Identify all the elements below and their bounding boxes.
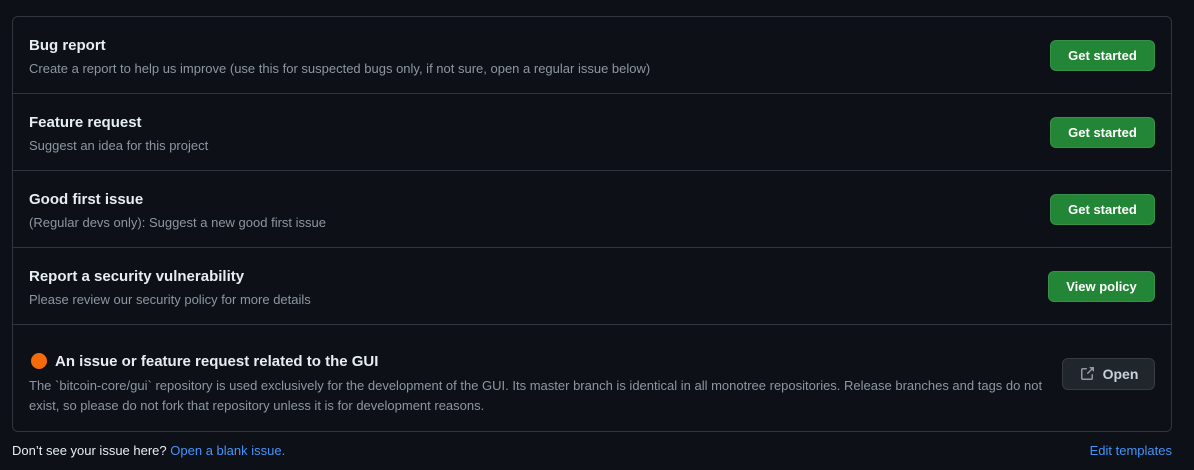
- open-blank-issue-link[interactable]: Open a blank issue.: [170, 443, 285, 458]
- footer-edit: Edit templates: [1090, 443, 1172, 458]
- template-row-security-vulnerability: Report a security vulnerability Please r…: [13, 248, 1171, 325]
- template-description: The `bitcoin-core/gui` repository is use…: [29, 378, 1043, 413]
- template-description: Create a report to help us improve (use …: [29, 61, 651, 76]
- template-title: Good first issue: [29, 191, 144, 208]
- template-title: Report a security vulnerability: [29, 268, 245, 285]
- edit-templates-link[interactable]: Edit templates: [1090, 443, 1172, 458]
- open-button-label: Open: [1102, 366, 1139, 382]
- get-started-button-feature-request[interactable]: Get started: [1050, 117, 1155, 148]
- template-description: Please review our security policy for mo…: [29, 292, 311, 307]
- issue-template-list: Bug report Create a report to help us im…: [12, 16, 1172, 432]
- template-title: Feature request: [29, 114, 142, 131]
- get-started-button-good-first-issue[interactable]: Get started: [1050, 194, 1155, 225]
- view-policy-button[interactable]: View policy: [1048, 271, 1155, 302]
- template-title: An issue or feature request related to t…: [55, 353, 379, 370]
- template-row-good-first-issue: Good first issue (Regular devs only): Su…: [13, 171, 1171, 248]
- get-started-button-bug-report[interactable]: Get started: [1050, 40, 1155, 71]
- template-description: (Regular devs only): Suggest a new good …: [29, 215, 326, 230]
- template-row-gui-issue: An issue or feature request related to t…: [13, 325, 1171, 431]
- template-row-feature-request: Feature request Suggest an idea for this…: [13, 94, 1171, 171]
- footer-prompt: Don’t see your issue here? Open a blank …: [12, 443, 285, 458]
- open-external-button[interactable]: Open: [1062, 358, 1155, 390]
- external-link-icon: [1080, 367, 1094, 380]
- template-title: Bug report: [29, 37, 106, 54]
- orange-circle-icon: [31, 353, 47, 369]
- footer-prompt-text: Don’t see your issue here?: [12, 443, 167, 458]
- template-description: Suggest an idea for this project: [29, 138, 209, 153]
- template-row-bug-report: Bug report Create a report to help us im…: [13, 17, 1171, 94]
